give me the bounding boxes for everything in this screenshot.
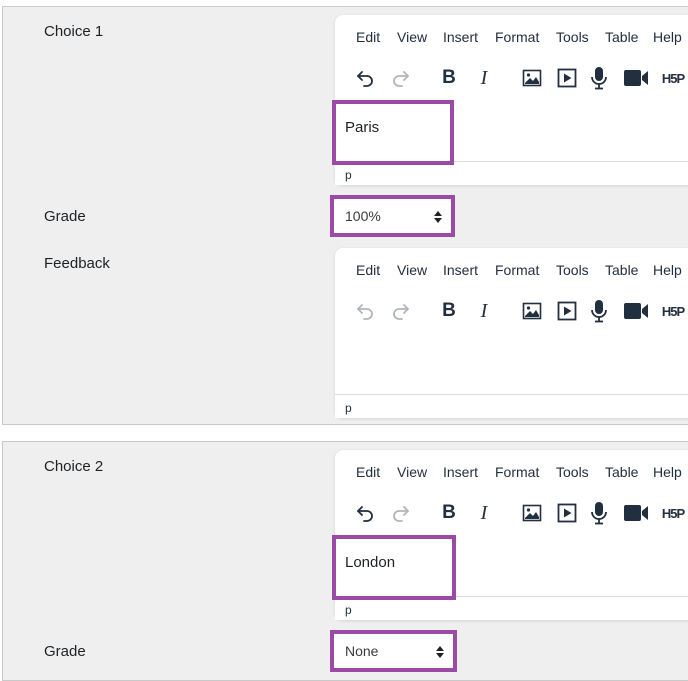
bold-icon[interactable]: B — [436, 65, 462, 91]
element-path[interactable]: p — [345, 168, 352, 182]
menu-format[interactable]: Format — [495, 262, 539, 278]
image-icon[interactable] — [519, 298, 545, 324]
h5p-icon[interactable]: H5P — [658, 298, 688, 324]
undo-icon[interactable] — [352, 500, 378, 526]
menu-edit[interactable]: Edit — [356, 262, 380, 278]
menu-tools[interactable]: Tools — [556, 464, 589, 480]
undo-icon[interactable] — [352, 298, 378, 324]
menu-insert[interactable]: Insert — [443, 262, 478, 278]
menu-help[interactable]: Help — [653, 29, 682, 45]
grade-2-highlight — [330, 630, 457, 672]
h5p-icon[interactable]: H5P — [658, 65, 688, 91]
bold-icon[interactable]: B — [436, 298, 462, 324]
h5p-icon[interactable]: H5P — [658, 500, 688, 526]
video-camera-icon[interactable] — [623, 65, 649, 91]
feedback-editor: Edit View Insert Format Tools Table Help… — [335, 248, 688, 418]
video-camera-icon[interactable] — [623, 500, 649, 526]
redo-icon[interactable] — [388, 298, 414, 324]
menu-table[interactable]: Table — [605, 464, 638, 480]
bold-icon[interactable]: B — [436, 500, 462, 526]
undo-icon[interactable] — [352, 65, 378, 91]
menu-view[interactable]: View — [397, 262, 427, 278]
grade-1-label: Grade — [44, 208, 86, 225]
menu-view[interactable]: View — [397, 464, 427, 480]
feedback-label: Feedback — [44, 255, 110, 272]
menu-tools[interactable]: Tools — [556, 29, 589, 45]
choice-1-label: Choice 1 — [44, 23, 104, 40]
menu-format[interactable]: Format — [495, 29, 539, 45]
image-icon[interactable] — [519, 500, 545, 526]
editor-statusbar: p — [335, 394, 688, 418]
answer-panel-2: Choice 2 Edit View Insert Format Tools T… — [2, 441, 688, 681]
media-icon[interactable] — [554, 298, 580, 324]
menu-insert[interactable]: Insert — [443, 29, 478, 45]
media-icon[interactable] — [554, 500, 580, 526]
microphone-icon[interactable] — [586, 65, 612, 91]
image-icon[interactable] — [519, 65, 545, 91]
grade-1-highlight — [330, 195, 455, 237]
menu-edit[interactable]: Edit — [356, 464, 380, 480]
choice-2-highlight — [332, 535, 456, 600]
media-icon[interactable] — [554, 65, 580, 91]
menu-table[interactable]: Table — [605, 262, 638, 278]
menu-table[interactable]: Table — [605, 29, 638, 45]
choice-2-label: Choice 2 — [44, 458, 104, 475]
menu-edit[interactable]: Edit — [356, 29, 380, 45]
menu-tools[interactable]: Tools — [556, 262, 589, 278]
element-path[interactable]: p — [345, 603, 352, 617]
grade-2-label: Grade — [44, 643, 86, 660]
menu-format[interactable]: Format — [495, 464, 539, 480]
menu-insert[interactable]: Insert — [443, 464, 478, 480]
italic-icon[interactable]: I — [471, 500, 497, 526]
menu-view[interactable]: View — [397, 29, 427, 45]
element-path[interactable]: p — [345, 401, 352, 415]
italic-icon[interactable]: I — [471, 65, 497, 91]
redo-icon[interactable] — [388, 500, 414, 526]
microphone-icon[interactable] — [586, 500, 612, 526]
italic-icon[interactable]: I — [471, 298, 497, 324]
answer-panel-1: Choice 1 Edit View Insert Format Tools T… — [2, 6, 688, 425]
choice-1-highlight — [332, 100, 454, 165]
microphone-icon[interactable] — [586, 298, 612, 324]
video-camera-icon[interactable] — [623, 298, 649, 324]
menu-help[interactable]: Help — [653, 262, 682, 278]
menu-help[interactable]: Help — [653, 464, 682, 480]
redo-icon[interactable] — [388, 65, 414, 91]
feedback-content-area[interactable] — [335, 340, 688, 394]
